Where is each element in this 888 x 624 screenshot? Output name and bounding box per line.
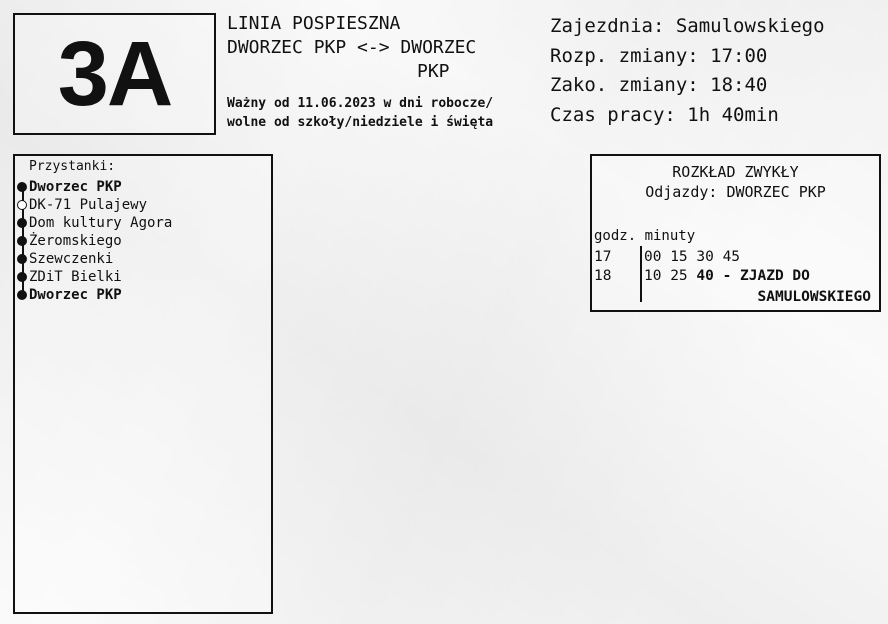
stop-dot-icon: [17, 254, 27, 264]
stops-panel: Przystanki: Dworzec PKP DK-71 Pulajewy D…: [13, 154, 273, 614]
stops-heading: Przystanki:: [29, 159, 116, 174]
stop-item: DK-71 Pulajewy: [15, 196, 172, 214]
timetable-divider: [640, 246, 642, 302]
line-type: LINIA POSPIESZNA: [227, 13, 401, 34]
stop-dot-icon: [17, 236, 27, 246]
stop-dot-icon: [17, 290, 27, 300]
shift-end: Zako. zmiany: 18:40: [550, 74, 768, 96]
depot-return-note-line-2: SAMULOWSKIEGO: [757, 289, 872, 305]
validity-line-2: wolne od szkoły/niedziele i święta: [227, 115, 494, 130]
route-line-1: DWORZEC PKP <-> DWORZEC: [227, 37, 477, 58]
timetable-direction: Odjazdy: DWORZEC PKP: [645, 183, 826, 201]
stops-list: Dworzec PKP DK-71 Pulajewy Dom kultury A…: [15, 178, 172, 304]
line-number: 3A: [57, 23, 174, 125]
timetable-panel: ROZKŁAD ZWYKŁY Odjazdy: DWORZEC PKP godz…: [590, 154, 881, 312]
work-time: Czas pracy: 1h 40min: [550, 103, 779, 126]
line-info: LINIA POSPIESZNA DWORZEC PKP <-> DWORZEC…: [227, 12, 539, 132]
timetable-hour: 17: [594, 249, 612, 265]
depot-return-note: 40 - ZJAZD DO: [696, 268, 810, 284]
stop-item: Żeromskiego: [15, 232, 172, 250]
stop-item: Dom kultury Agora: [15, 214, 172, 232]
timetable-minutes: 10 25 40 - ZJAZD DO: [644, 268, 810, 284]
timetable-header: godz. minuty: [594, 228, 696, 244]
line-number-box: 3A: [13, 13, 216, 135]
stop-item: ZDiT Bielki: [15, 268, 172, 286]
stop-item: Szewczenki: [15, 250, 172, 268]
shift-start: Rozp. zmiany: 17:00: [550, 44, 768, 67]
timetable-hour: 18: [594, 268, 612, 284]
timetable-minutes: 00 15 30 45: [644, 249, 741, 265]
route-line-2: PKP: [417, 61, 450, 82]
stop-dot-icon: [17, 182, 27, 192]
shift-info: Zajezdnia: Samulowskiego Rozp. zmiany: 1…: [550, 12, 825, 130]
validity-line-1: Ważny od 11.06.2023 w dni robocze/: [227, 96, 494, 111]
timetable-title: ROZKŁAD ZWYKŁY: [672, 163, 799, 181]
validity-info: Ważny od 11.06.2023 w dni robocze/ wolne…: [227, 94, 539, 132]
request-stop-dot-icon: [17, 200, 27, 210]
depot: Zajezdnia: Samulowskiego: [550, 15, 825, 37]
stop-item: Dworzec PKP: [15, 178, 172, 196]
stop-item: Dworzec PKP: [15, 286, 172, 304]
stop-dot-icon: [17, 218, 27, 228]
stop-dot-icon: [17, 272, 27, 282]
